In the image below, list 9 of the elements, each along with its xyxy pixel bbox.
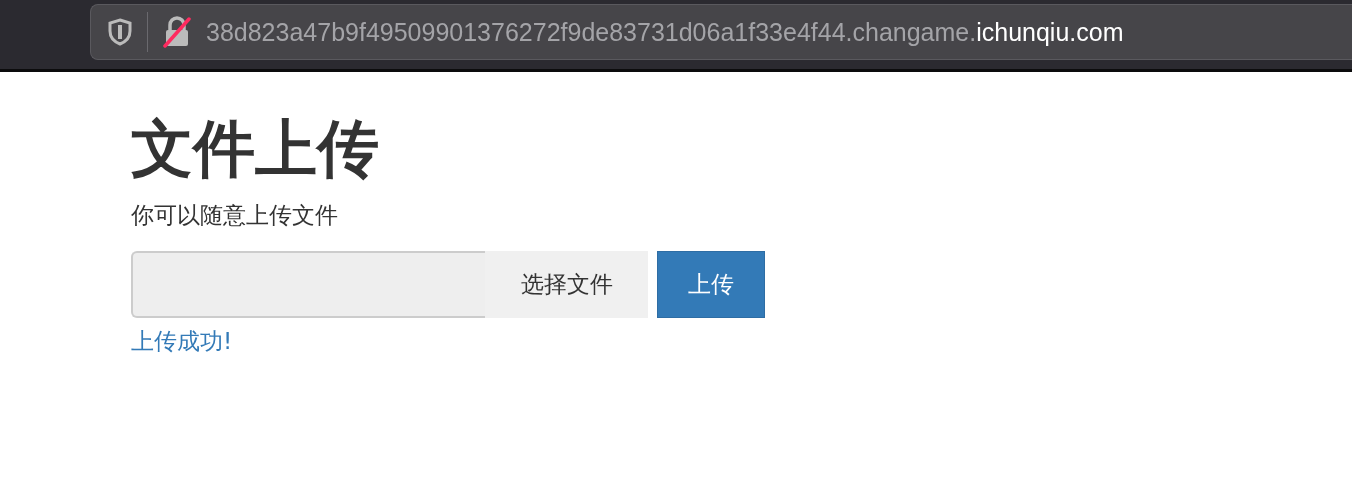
shield-icon[interactable] (107, 18, 133, 46)
file-name-field[interactable] (131, 251, 485, 319)
page-title: 文件上传 (131, 112, 379, 187)
description-text: 你可以随意上传文件 (131, 201, 338, 231)
success-message: 上传成功! (131, 327, 233, 357)
address-bar[interactable]: 38d823a47b9f49509901376272f9de83731d06a1f33e4f44.changame.ichunqiu.com (90, 4, 1352, 60)
upload-button[interactable]: 上传 (657, 251, 765, 319)
choose-file-button[interactable]: 选择文件 (485, 251, 648, 319)
insecure-lock-icon[interactable] (162, 16, 192, 48)
